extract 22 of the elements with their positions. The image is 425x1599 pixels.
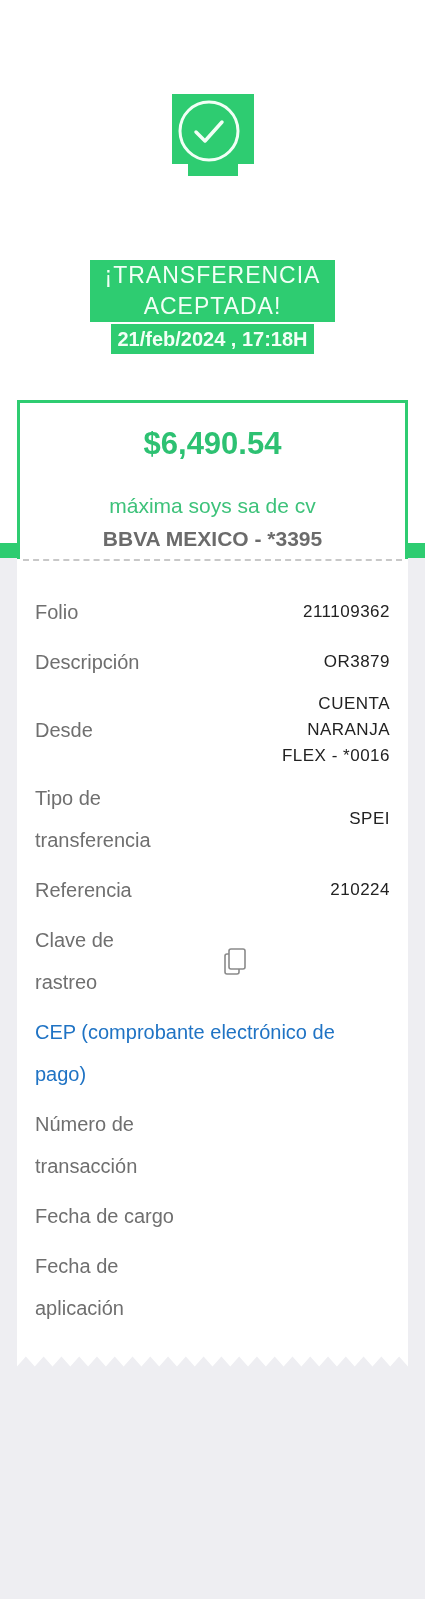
- detail-label: Fecha de aplicación: [35, 1253, 125, 1321]
- cep-link[interactable]: CEP (comprobante electrónico de pago): [35, 1010, 360, 1095]
- detail-label: Clave de rastreo: [35, 927, 115, 995]
- detail-label: Fecha de cargo: [35, 1203, 175, 1229]
- detail-value: 211109362: [301, 600, 390, 623]
- detail-label: Desde: [35, 717, 94, 743]
- detail-value: CUENTA NARANJA FLEX - *0016: [280, 692, 390, 767]
- check-icon: [171, 94, 254, 176]
- detail-label: Folio: [35, 599, 80, 625]
- beneficiary-name: máxima soys sa de cv: [109, 492, 316, 519]
- status-title: ¡TRANSFERENCIA ACEPTADA!: [90, 260, 335, 322]
- detail-label: Descripción: [35, 649, 141, 675]
- bank-account: BBVA MEXICO - *3395: [102, 526, 323, 552]
- status-datetime: 21/feb/2024 , 17:18H: [111, 324, 314, 354]
- detail-label: Número de transacción: [35, 1111, 139, 1179]
- detail-label: Tipo de transferencia: [35, 785, 152, 853]
- copy-icon[interactable]: [223, 946, 247, 975]
- detail-value: OR3879: [322, 650, 390, 673]
- detail-value: SPEI: [348, 807, 390, 830]
- detail-label: Referencia: [35, 877, 133, 903]
- detail-value: 210224: [329, 878, 390, 901]
- amount: $6,490.54: [143, 425, 282, 463]
